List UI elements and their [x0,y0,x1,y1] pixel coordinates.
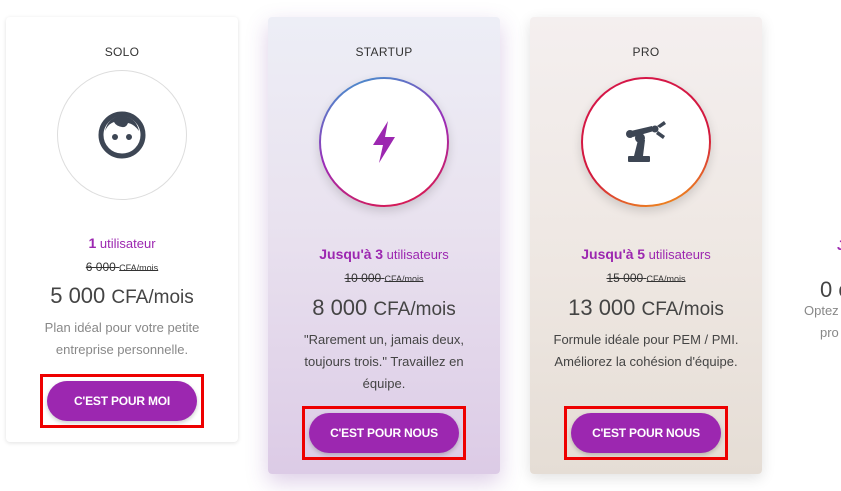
user-face-icon [98,111,146,159]
plan-description: "Rarement un, jamais deux, toujours troi… [304,332,464,391]
price-value: 13 000 [568,295,636,320]
price: 5 000 CFA/mois [6,283,238,309]
price: 13 000 CFA/mois [530,295,762,321]
plan-icon-circle [57,70,187,200]
plan-name: STARTUP [355,45,413,59]
users-fragment: J [837,237,841,253]
users-count: Jusqu'à 5 utilisateurs [530,246,762,262]
plan-name: PRO [632,45,660,59]
old-price: 6 000 CFA/mois [6,260,238,274]
price: 8 000 CFA/mois [268,295,500,321]
cta-button-solo[interactable]: C'EST POUR MOI [47,381,197,421]
old-price-unit: CFA/mois [119,263,159,273]
cta-highlight: C'EST POUR MOI [40,374,204,428]
old-price: 10 000 CFA/mois [268,271,500,285]
old-price-unit: CFA/mois [646,274,686,284]
description-fragment: Optez pro [804,300,839,344]
lightning-bolt-icon [373,121,395,163]
description-line: Optez [804,303,839,318]
users-count: Jusqu'à 3 utilisateurs [268,246,500,262]
price-unit: CFA/mois [111,287,194,308]
old-price-value: 15 000 [606,271,644,285]
users-number: 5 [637,246,645,262]
description-line: pro [820,325,839,340]
plan-description: Formule idéale pour PEM / PMI. Améliorez… [553,332,739,369]
users-prefix: Jusqu'à [319,246,372,262]
plan-card-partial: J 0 c Optez pro [792,17,841,457]
plan-icon-circle [581,77,711,207]
plan-card-solo: SOLO 1 utilisateur 6 000 CFA/mois 5 000 … [6,17,238,442]
old-price-unit: CFA/mois [384,274,424,284]
users-label: utilisateur [99,236,156,251]
plan-description: Plan idéal pour votre petite entreprise … [44,320,200,357]
price-unit: CFA/mois [373,299,456,320]
plan-card-pro: PRO Jusqu'à 5 utilisateurs 15 000 CFA/mo… [530,17,762,474]
old-price-value: 10 000 [344,271,382,285]
cta-button-startup[interactable]: C'EST POUR NOUS [309,413,459,453]
users-number: 1 [88,235,97,251]
price-unit: CFA/mois [641,299,724,320]
old-price-value: 6 000 [85,260,116,274]
old-price: 15 000 CFA/mois [530,271,762,285]
users-label: utilisateurs [386,247,449,262]
users-number: 3 [375,246,383,262]
plan-icon-circle [319,77,449,207]
robot-arm-icon [626,121,666,162]
plan-name: SOLO [104,45,140,59]
cta-highlight: C'EST POUR NOUS [564,406,728,460]
cta-highlight: C'EST POUR NOUS [302,406,466,460]
users-count: 1 utilisateur [6,235,238,251]
cta-button-pro[interactable]: C'EST POUR NOUS [571,413,721,453]
users-label: utilisateurs [648,247,711,262]
price-value: 5 000 [50,283,106,308]
plan-card-startup: STARTUP Jusqu'à 3 utilisateurs 10 000 CF… [268,17,500,474]
price-value: 8 000 [312,295,368,320]
users-prefix: Jusqu'à [581,246,634,262]
